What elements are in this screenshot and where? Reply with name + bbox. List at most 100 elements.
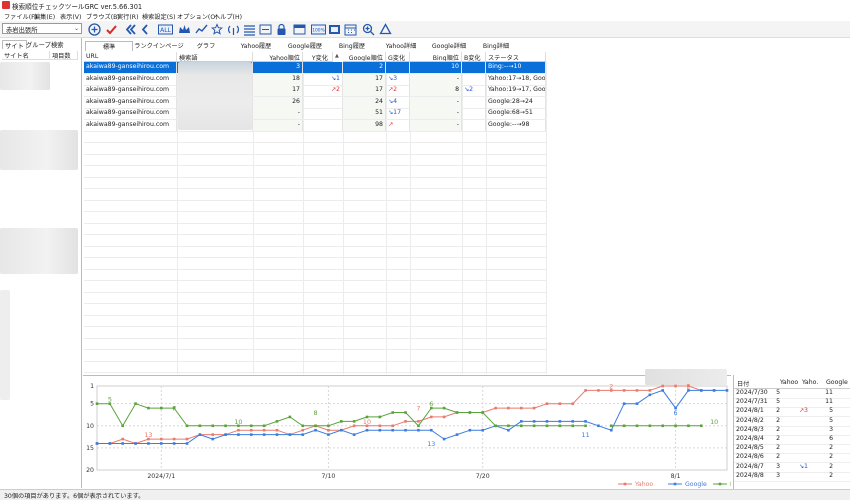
menu-view[interactable]: 表示(V)	[60, 12, 81, 21]
check-button[interactable]	[103, 22, 119, 36]
table-cell-status[interactable]: Bing:--→10	[486, 62, 546, 73]
col-status[interactable]: ステータス	[486, 52, 546, 62]
table-cell-gchg[interactable]: ↘3	[386, 73, 410, 85]
date-cell[interactable]	[792, 435, 808, 444]
zoom-button[interactable]	[361, 22, 375, 36]
date-cell[interactable]: 2024/7/31	[736, 398, 768, 407]
table-cell-gchg[interactable]: ↘17	[386, 108, 410, 119]
export-button[interactable]	[258, 22, 272, 36]
date-cell[interactable]: 2	[817, 463, 833, 472]
table-cell-bing[interactable]: 10	[410, 62, 462, 73]
date-cell[interactable]: 2	[764, 407, 780, 416]
table-cell-status[interactable]: Google:68→51	[486, 108, 546, 119]
col-bing-rank[interactable]: Bing順位	[410, 52, 462, 62]
date-cell[interactable]: 5	[764, 398, 780, 407]
date-cell[interactable]: 5	[817, 407, 833, 416]
tab-graph[interactable]: グラフ	[186, 41, 226, 51]
table-cell-bing[interactable]: -	[410, 73, 462, 85]
site-item-blurred[interactable]	[0, 228, 78, 274]
table-cell-ychg[interactable]: ↘1	[303, 73, 343, 85]
table-cell-bing[interactable]: -	[410, 119, 462, 131]
table-cell-url[interactable]: akaiwa89-ganseihirou.com	[84, 96, 177, 108]
col-item-count[interactable]: 項目数	[50, 51, 78, 60]
col-url[interactable]: URL	[84, 52, 177, 62]
menu-help[interactable]: ヘルプ(H)	[214, 12, 242, 21]
table-cell-gchg[interactable]	[386, 62, 410, 73]
date-cell[interactable]: 2	[764, 453, 780, 462]
favorite-button[interactable]	[211, 22, 223, 36]
date-cell[interactable]: 2	[764, 435, 780, 444]
graph-button[interactable]	[194, 22, 208, 36]
tab-google-history[interactable]: Google履歴	[281, 41, 329, 51]
menu-run[interactable]: 実行(R)	[117, 12, 139, 21]
col-keyword[interactable]: 検索語	[177, 52, 253, 62]
tab-bing-detail[interactable]: Bing詳細	[476, 41, 516, 51]
date-cell[interactable]: 2024/8/4	[736, 435, 764, 444]
table-cell-gchg[interactable]: ↗	[386, 119, 410, 131]
window-button[interactable]	[292, 22, 306, 36]
table-cell-yahoo[interactable]: -	[253, 119, 303, 131]
tab-search[interactable]: 検索	[49, 40, 66, 49]
table-cell-url[interactable]: akaiwa89-ganseihirou.com	[84, 108, 177, 119]
date-col-yahoo[interactable]: Yahoo	[780, 379, 798, 388]
tab-rankin-pages[interactable]: ランクインページ	[134, 41, 184, 51]
table-cell-bchg[interactable]	[462, 96, 486, 108]
table-cell-yahoo[interactable]: 26	[253, 96, 303, 108]
date-cell[interactable]: 2	[817, 453, 833, 462]
percent-button[interactable]: 100%	[310, 22, 326, 36]
tab-bing-history[interactable]: Bing履歴	[331, 41, 373, 51]
table-cell-yahoo[interactable]: 18	[253, 73, 303, 85]
col-yahoo-rank[interactable]: Yahoo順位	[253, 52, 303, 62]
date-cell[interactable]: 2024/8/2	[736, 417, 764, 426]
col-yahoo-change[interactable]: Y変化	[303, 52, 333, 62]
first-button[interactable]	[123, 22, 137, 36]
date-cell[interactable]: 5	[764, 389, 780, 398]
table-cell-ychg[interactable]	[303, 96, 343, 108]
table-cell-status[interactable]: Google:28→24	[486, 96, 546, 108]
tab-google-detail[interactable]: Google詳細	[426, 41, 472, 51]
table-cell-ychg[interactable]: ↗2	[303, 85, 343, 96]
table-cell-bing[interactable]: -	[410, 96, 462, 108]
tab-yahoo-detail[interactable]: Yahoo詳細	[378, 41, 424, 51]
calendar-button[interactable]	[343, 22, 357, 36]
lock-button[interactable]	[275, 22, 287, 36]
date-cell[interactable]: 11	[817, 398, 833, 407]
date-col-yahoo-change[interactable]: Yaho.	[802, 379, 818, 388]
table-cell-google[interactable]: 98	[343, 119, 386, 131]
expand-button[interactable]	[327, 22, 341, 36]
date-cell[interactable]: 2024/7/30	[736, 389, 768, 398]
all-button[interactable]: ALL	[157, 22, 173, 36]
date-cell[interactable]: 2	[764, 426, 780, 435]
col-site-name[interactable]: サイト名	[2, 51, 50, 60]
date-cell[interactable]: 2024/8/5	[736, 444, 764, 453]
table-cell-status[interactable]: Yahoo:17→18, Goo	[486, 73, 546, 85]
date-cell[interactable]: 11	[817, 389, 833, 398]
date-cell[interactable]: 2024/8/8	[736, 472, 764, 481]
date-cell[interactable]: 3	[764, 463, 780, 472]
table-cell-url[interactable]: akaiwa89-ganseihirou.com	[84, 62, 177, 73]
date-cell[interactable]	[792, 398, 808, 407]
date-col-google[interactable]: Google	[826, 379, 848, 388]
site-item-blurred[interactable]	[0, 62, 50, 90]
table-cell-google[interactable]: 2	[343, 62, 386, 73]
list-button[interactable]	[242, 22, 256, 36]
prev-button[interactable]	[139, 22, 151, 36]
table-cell-ychg[interactable]	[303, 62, 343, 73]
col-bing-change[interactable]: B変化	[462, 52, 486, 62]
date-cell[interactable]: ↘1	[792, 463, 808, 472]
table-cell-ychg[interactable]	[303, 119, 343, 131]
table-cell-gchg[interactable]: ↘4	[386, 96, 410, 108]
antenna-button[interactable]	[226, 22, 240, 36]
table-cell-google[interactable]: 51	[343, 108, 386, 119]
site-select[interactable]: 赤岩出張所 ⌄	[2, 23, 82, 34]
tab-standard[interactable]: 標準	[85, 41, 133, 51]
date-cell[interactable]	[792, 389, 808, 398]
site-item-blurred[interactable]	[0, 130, 78, 170]
table-cell-bchg[interactable]	[462, 62, 486, 73]
crown-button[interactable]	[177, 22, 191, 36]
table-cell-yahoo[interactable]: -	[253, 108, 303, 119]
table-cell-bing[interactable]: 8	[410, 85, 462, 96]
date-cell[interactable]: 6	[817, 435, 833, 444]
date-cell[interactable]: 3	[764, 472, 780, 481]
date-cell[interactable]: 5	[817, 417, 833, 426]
